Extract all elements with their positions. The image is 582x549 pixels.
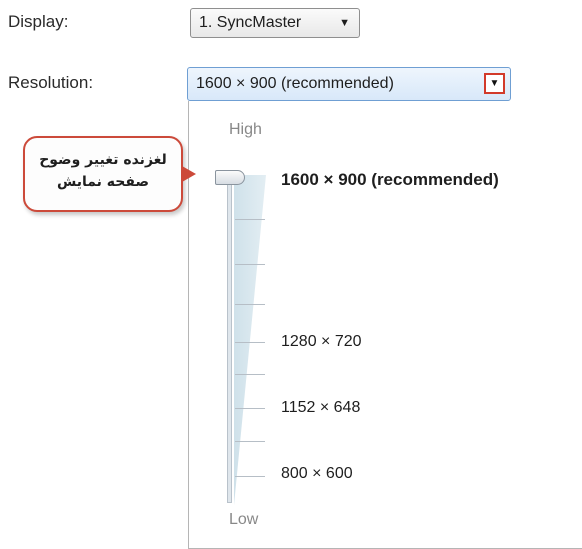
high-label: High: [229, 121, 262, 138]
display-select-value: 1. SyncMaster: [199, 14, 302, 31]
resolution-slider-thumb[interactable]: [215, 170, 245, 185]
slider-tick: [235, 219, 265, 220]
slider-tick: [235, 408, 265, 409]
slider-tick: [235, 304, 265, 305]
resolution-label: Resolution:: [8, 73, 94, 92]
low-label: Low: [229, 511, 259, 528]
resolution-slider-track[interactable]: [227, 175, 232, 503]
slider-tick: [235, 342, 265, 343]
resolution-option[interactable]: 1152 × 648: [281, 399, 360, 417]
resolution-select-value: 1600 × 900 (recommended): [196, 75, 394, 92]
resolution-option[interactable]: 1280 × 720: [281, 333, 362, 351]
slider-tick: [235, 441, 265, 442]
display-select[interactable]: 1. SyncMaster ▼: [190, 8, 360, 38]
resolution-dropdown-panel: High 1600 × 900 (recommended) 1280 × 720…: [188, 101, 582, 549]
display-label: Display:: [8, 12, 69, 31]
dropdown-arrow-icon[interactable]: ▼: [484, 73, 505, 94]
callout-line-1: لغزنده تغییر وضوح: [39, 152, 167, 168]
callout-line-2: صفحه نمایش: [56, 174, 149, 190]
chevron-down-icon: ▼: [339, 17, 350, 29]
resolution-select[interactable]: 1600 × 900 (recommended) ▼: [187, 67, 511, 101]
slider-tick: [235, 374, 265, 375]
slider-scale-wedge: [234, 175, 266, 505]
callout-pointer: [182, 166, 196, 182]
annotation-callout: لغزنده تغییر وضوح صفحه نمایش: [23, 136, 183, 212]
resolution-option[interactable]: 1600 × 900 (recommended): [281, 170, 499, 190]
slider-tick: [235, 264, 265, 265]
slider-tick: [235, 476, 265, 477]
resolution-option[interactable]: 800 × 600: [281, 465, 353, 483]
